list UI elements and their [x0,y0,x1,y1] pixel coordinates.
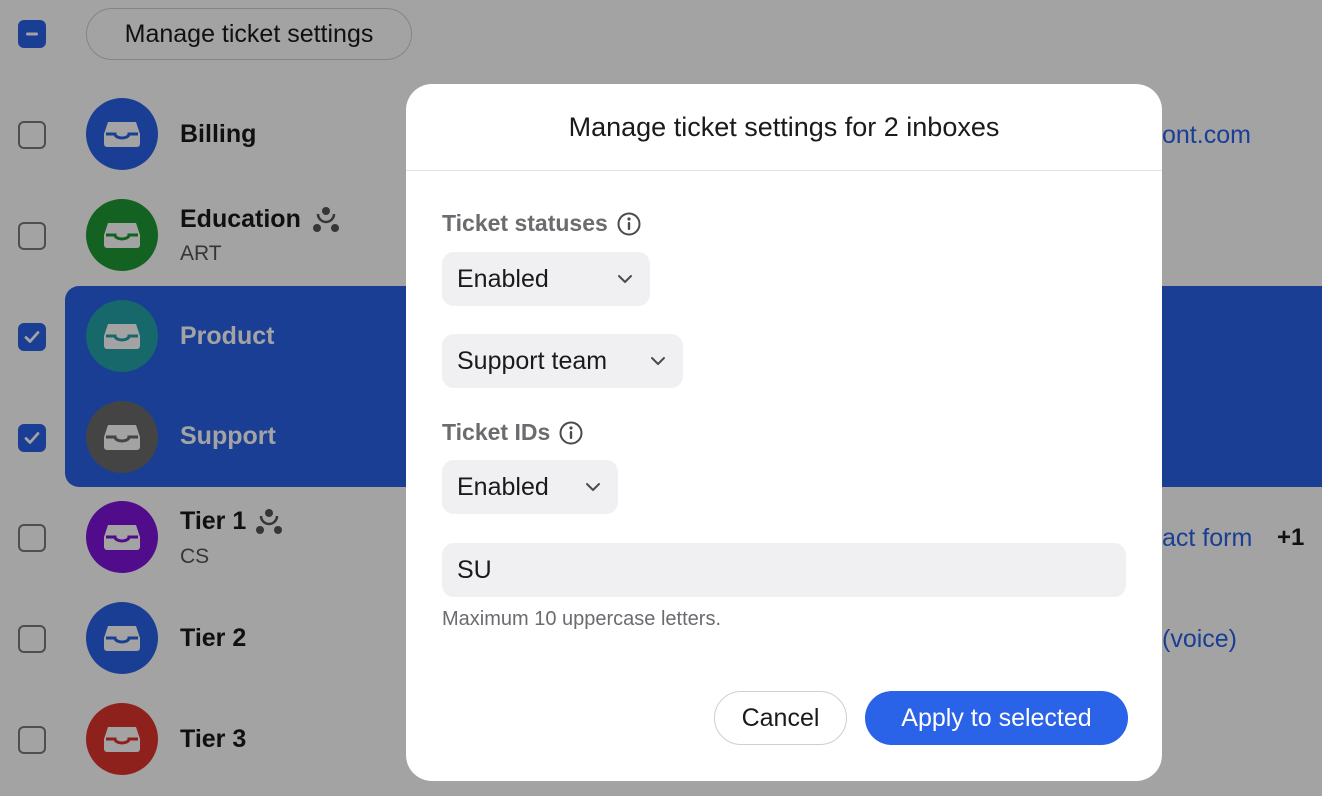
chevron-down-icon [651,357,665,365]
ticket-ids-label-text: Ticket IDs [442,419,551,445]
info-icon[interactable] [616,211,642,237]
ticket-statuses-label-text: Ticket statuses [442,210,608,236]
ticket-statuses-label: Ticket statuses [442,210,642,237]
ticket-ids-select[interactable]: Enabled [442,460,618,514]
ticket-ids-label: Ticket IDs [442,419,584,446]
ticket-id-prefix-hint: Maximum 10 uppercase letters. [442,608,722,630]
chevron-down-icon [618,275,632,283]
chevron-down-icon [586,483,600,491]
ticket-statuses-value: Enabled [457,264,549,293]
manage-ticket-settings-dialog: Manage ticket settings for 2 inboxes Tic… [406,84,1162,781]
dialog-title: Manage ticket settings for 2 inboxes [406,84,1162,171]
ticket-statuses-select[interactable]: Enabled [442,252,650,306]
ticket-id-prefix-input[interactable] [442,543,1126,597]
ticket-status-team-select[interactable]: Support team [442,334,683,388]
ticket-ids-value: Enabled [457,472,549,501]
info-icon[interactable] [558,420,584,446]
cancel-button[interactable]: Cancel [714,691,847,745]
apply-to-selected-button[interactable]: Apply to selected [865,691,1128,745]
ticket-status-team-value: Support team [457,346,608,375]
